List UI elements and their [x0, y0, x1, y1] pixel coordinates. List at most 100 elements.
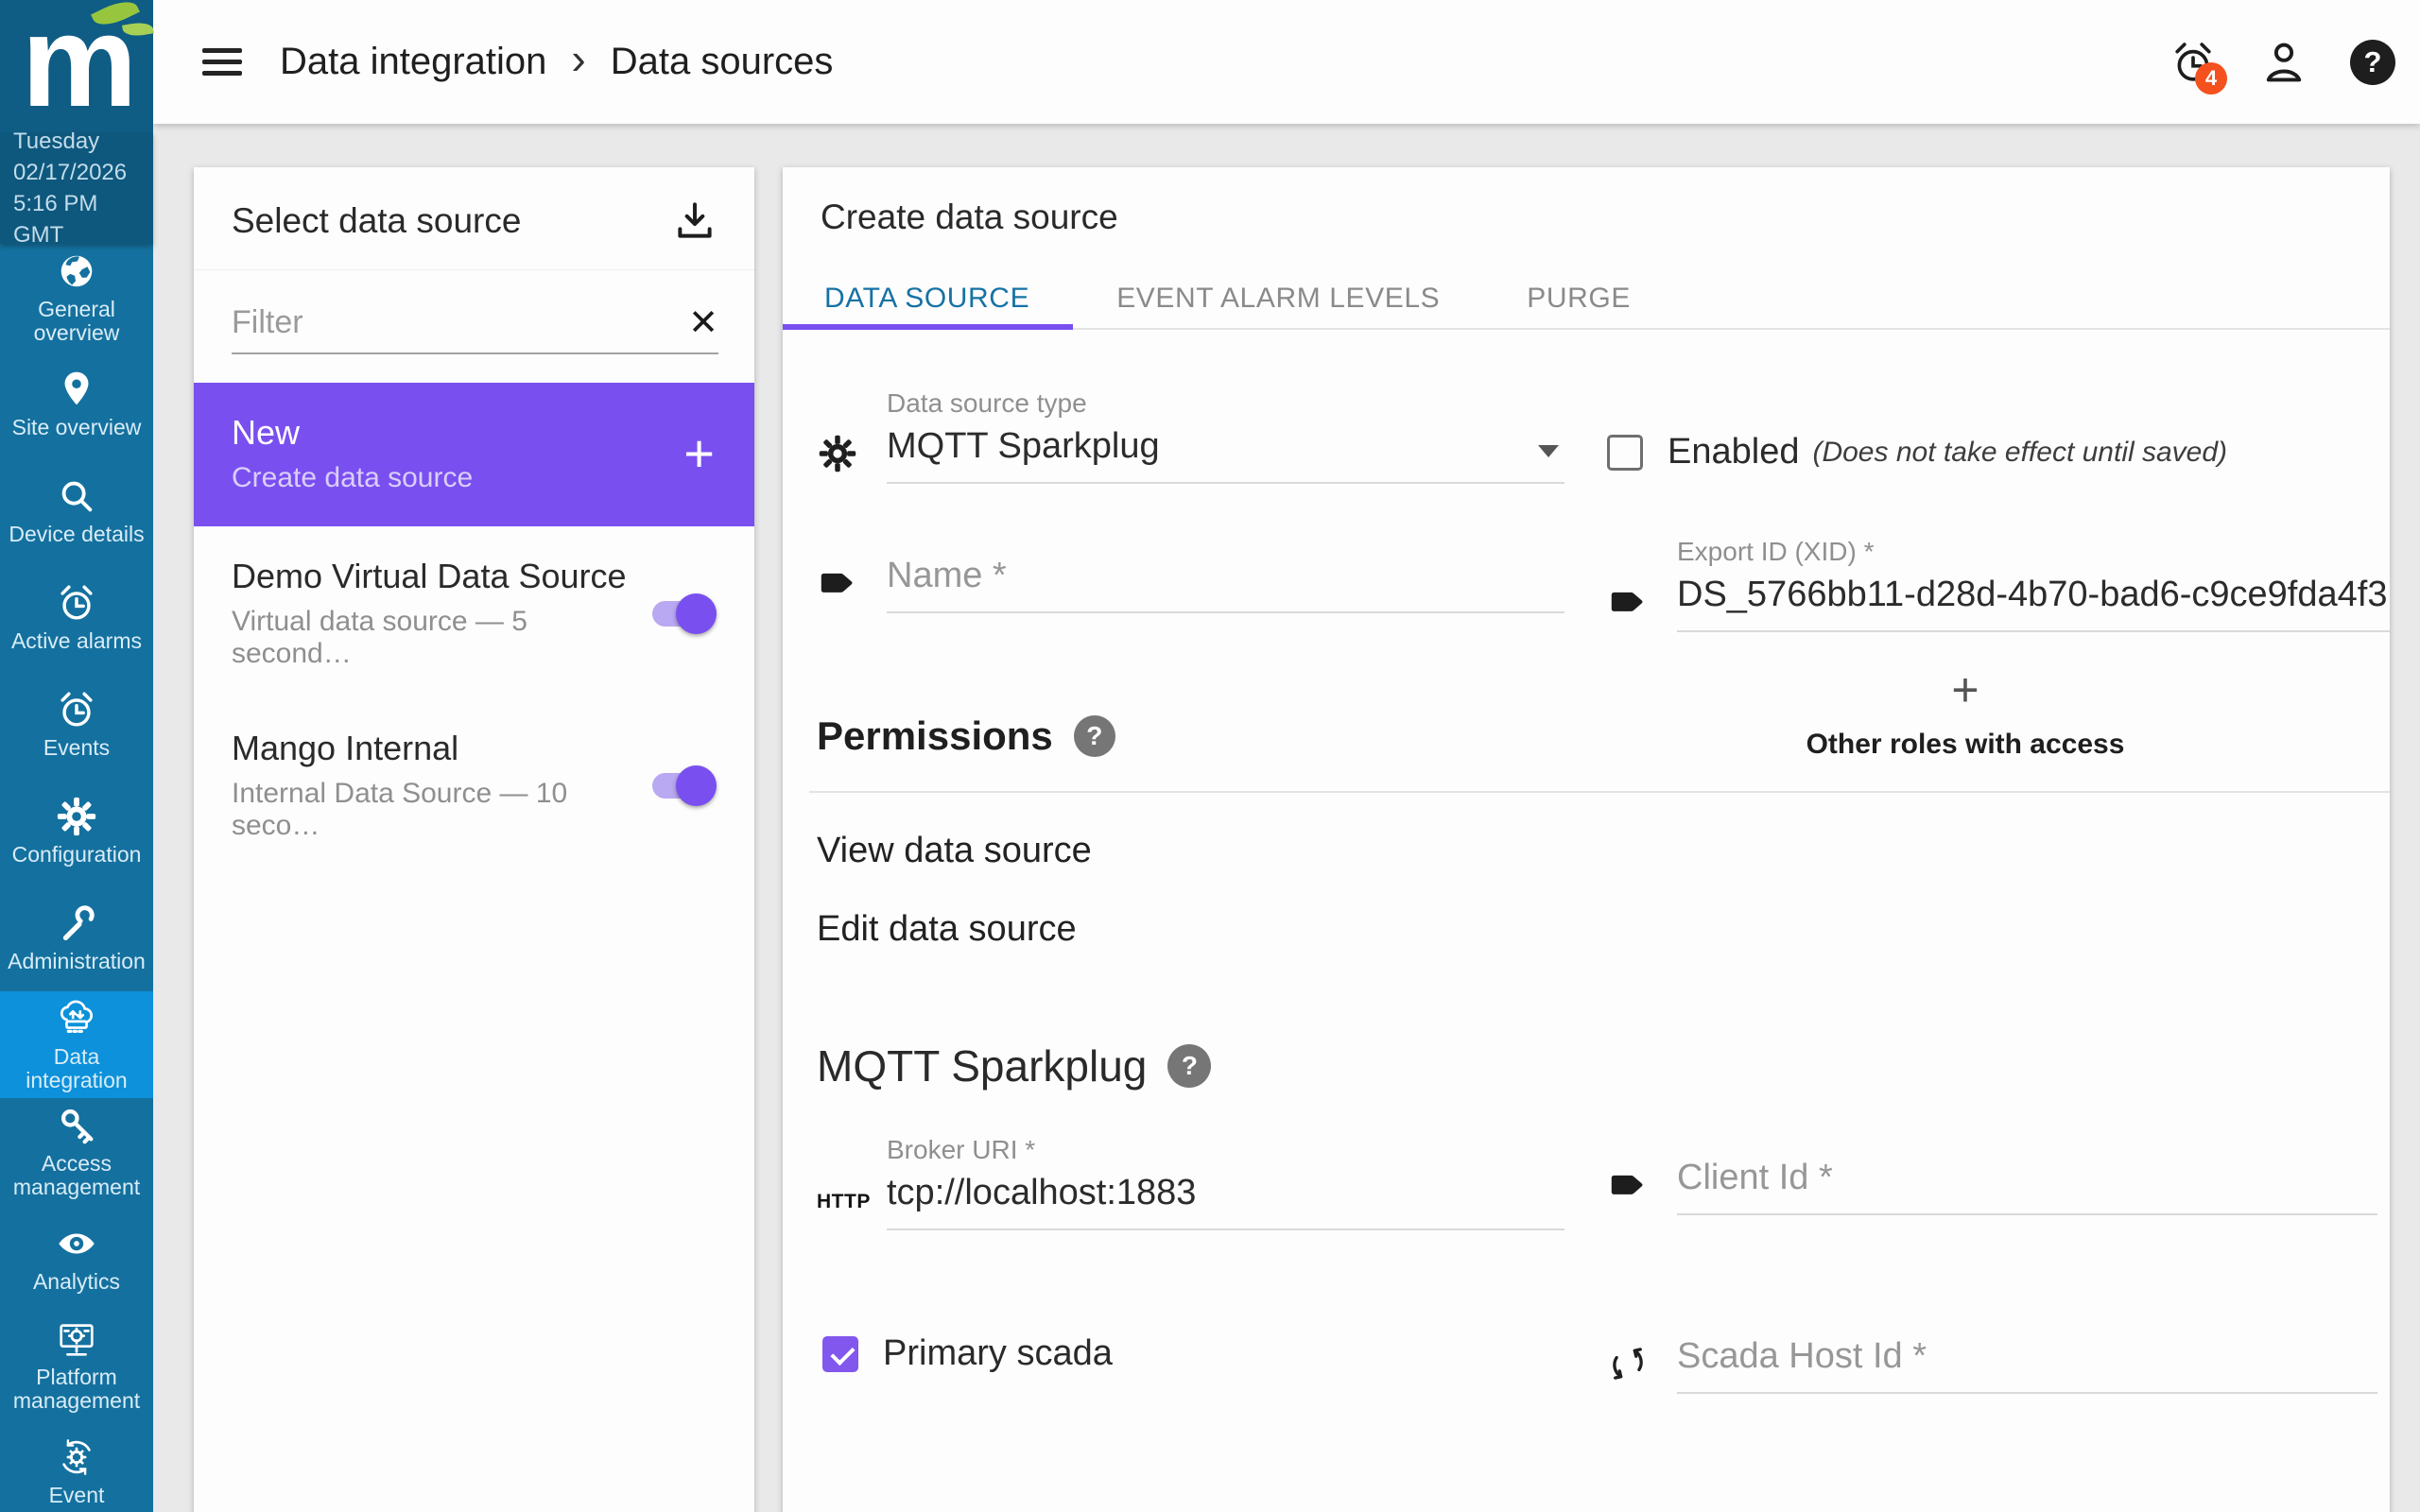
- sidebar-item-active-alarms[interactable]: Active alarms: [0, 564, 153, 671]
- sidebar-item-label: Administration: [4, 950, 149, 973]
- scada-host-id-input[interactable]: Scada Host Id *: [1677, 1314, 2377, 1394]
- cloudsync-icon: [55, 997, 98, 1040]
- sidebar-item-event-handlers[interactable]: Event: [0, 1418, 153, 1512]
- sidebar-item-access-management[interactable]: Access management: [0, 1098, 153, 1205]
- data-source-name: Mango Internal: [232, 729, 652, 768]
- export-id-input[interactable]: Export ID (XID) * DS_5766bb11-d28d-4b70-…: [1677, 537, 2390, 632]
- permission-row-edit[interactable]: Edit data source: [817, 871, 2377, 950]
- sidebar-item-label: Platform management: [0, 1366, 153, 1414]
- x509-ca-placeholder: X509 CA (PEM format): [887, 1488, 2372, 1512]
- sparkplug-title: MQTT Sparkplug: [817, 1040, 1147, 1091]
- sidebar-item-label: Access management: [0, 1152, 153, 1200]
- scada-host-id-placeholder: Scada Host Id *: [1677, 1314, 2377, 1392]
- sidebar-item-configuration[interactable]: Configuration: [0, 778, 153, 885]
- http-protocol-icon: HTTP: [817, 1191, 870, 1230]
- question-mark-icon: ?: [2364, 45, 2382, 79]
- data-source-type-label: Data source type: [887, 388, 1564, 419]
- broker-uri-value: tcp://localhost:1883: [887, 1173, 1564, 1228]
- data-source-form: Data source type MQTT Sparkplug Enabled …: [783, 388, 2390, 1512]
- menu-icon[interactable]: [202, 42, 242, 82]
- data-source-type-value: MQTT Sparkplug: [887, 426, 1564, 482]
- data-source-list: Demo Virtual Data SourceVirtual data sou…: [194, 526, 754, 870]
- add-role-plus-icon[interactable]: +: [1786, 666, 2145, 713]
- client-id-input[interactable]: Client Id *: [1677, 1135, 2377, 1215]
- sidebar-item-label: Event: [45, 1484, 109, 1507]
- primary-scada-checkbox[interactable]: [822, 1336, 858, 1372]
- help-icon[interactable]: ?: [1074, 715, 1115, 757]
- sidebar-item-general-overview[interactable]: General overview: [0, 244, 153, 351]
- tab-purge[interactable]: PURGE: [1483, 269, 1674, 328]
- client-id-placeholder: Client Id *: [1677, 1135, 2377, 1213]
- gearcycle-icon: [55, 1435, 98, 1479]
- download-icon[interactable]: [671, 198, 718, 245]
- other-roles-label: Other roles with access: [1786, 729, 2145, 761]
- sidebar-item-platform-management[interactable]: Platform management: [0, 1312, 153, 1418]
- help-button[interactable]: ?: [2350, 40, 2395, 85]
- data-source-description: Virtual data source — 5 second…: [232, 606, 652, 670]
- tab-data-source[interactable]: DATA SOURCE: [783, 269, 1073, 328]
- gear-icon: [55, 795, 98, 838]
- sidebar: m Tuesday 02/17/2026 5:16 PM GMT General…: [0, 0, 153, 1512]
- sidebar-item-label: Configuration: [9, 843, 146, 867]
- pin-icon: [55, 368, 98, 411]
- globe-icon: [55, 249, 98, 293]
- permissions-header: Permissions ? + Other roles with access: [817, 713, 2377, 759]
- data-source-description: Internal Data Source — 10 seco…: [232, 778, 652, 842]
- new-item-subtitle: Create data source: [232, 462, 473, 494]
- breadcrumb-item-data-integration[interactable]: Data integration: [280, 41, 546, 83]
- chevron-down-icon: [1538, 445, 1559, 457]
- new-item-title: New: [232, 413, 473, 453]
- gear-icon: [817, 433, 870, 484]
- data-source-type-select[interactable]: Data source type MQTT Sparkplug: [887, 388, 1564, 484]
- app-logo[interactable]: m: [0, 0, 153, 132]
- monitor-icon: [55, 1317, 98, 1361]
- x509-ca-input[interactable]: X509 CA (PEM format): [887, 1488, 2372, 1512]
- enable-toggle[interactable]: [652, 601, 713, 627]
- breadcrumb-item-data-sources[interactable]: Data sources: [611, 41, 834, 83]
- user-account-button[interactable]: [2259, 38, 2308, 87]
- sidebar-item-events[interactable]: Events: [0, 671, 153, 778]
- person-icon: [2259, 38, 2308, 87]
- sidebar-item-administration[interactable]: Administration: [0, 885, 153, 991]
- editor-tabs: DATA SOURCE EVENT ALARM LEVELS PURGE: [783, 269, 2390, 330]
- primary-scada-label: Primary scada: [883, 1333, 1113, 1374]
- date-value: 02/17/2026: [13, 157, 153, 188]
- permissions-title: Permissions: [817, 713, 1053, 759]
- filter-placeholder: Filter: [232, 304, 688, 341]
- broker-uri-input[interactable]: Broker URI * tcp://localhost:1883: [887, 1135, 1564, 1230]
- sidebar-item-label: Analytics: [29, 1270, 124, 1294]
- editor-title: Create data source: [783, 167, 2390, 237]
- key-icon: [55, 1104, 98, 1147]
- select-panel-header: Select data source: [194, 167, 754, 270]
- create-data-source-panel: Create data source DATA SOURCE EVENT ALA…: [783, 167, 2390, 1512]
- clear-filter-icon[interactable]: ✕: [688, 305, 718, 341]
- sidebar-item-analytics[interactable]: Analytics: [0, 1205, 153, 1312]
- data-source-list-item[interactable]: Mango Internal Internal Data Source — 10 …: [194, 698, 754, 870]
- topbar: Data integration › Data sources 4 ?: [153, 0, 2420, 124]
- tab-event-alarm-levels[interactable]: EVENT ALARM LEVELS: [1073, 269, 1483, 328]
- enable-toggle[interactable]: [652, 773, 713, 799]
- new-data-source-item[interactable]: New Create data source +: [194, 383, 754, 526]
- name-input[interactable]: Name *: [887, 537, 1564, 613]
- breadcrumb: Data integration › Data sources: [280, 41, 833, 83]
- breadcrumb-chevron-icon: ›: [571, 59, 585, 66]
- sidebar-item-label: Device details: [5, 523, 147, 546]
- alarm-notifications-button[interactable]: 4: [2169, 38, 2218, 87]
- alarm-icon: [55, 688, 98, 731]
- permission-row-view[interactable]: View data source: [817, 793, 2377, 871]
- sidebar-item-label: Site overview: [9, 416, 146, 439]
- sidebar-item-site-overview[interactable]: Site overview: [0, 351, 153, 457]
- enabled-checkbox[interactable]: [1607, 435, 1643, 471]
- content-area: Select data source Filter ✕ New Create d…: [153, 124, 2420, 1512]
- data-source-list-item[interactable]: Demo Virtual Data SourceVirtual data sou…: [194, 526, 754, 698]
- plus-icon: +: [683, 427, 715, 480]
- enabled-note: (Does not take effect until saved): [1812, 437, 2227, 469]
- sidebar-item-device-details[interactable]: Device details: [0, 457, 153, 564]
- export-id-label: Export ID (XID) *: [1677, 537, 2390, 567]
- tag-icon: [817, 562, 870, 613]
- filter-input[interactable]: Filter ✕: [232, 304, 718, 354]
- sidebar-item-data-integration[interactable]: Data integration: [0, 991, 153, 1098]
- help-icon[interactable]: ?: [1167, 1044, 1211, 1088]
- sidebar-item-label: Data integration: [0, 1045, 153, 1093]
- sidebar-item-label: General overview: [0, 298, 153, 346]
